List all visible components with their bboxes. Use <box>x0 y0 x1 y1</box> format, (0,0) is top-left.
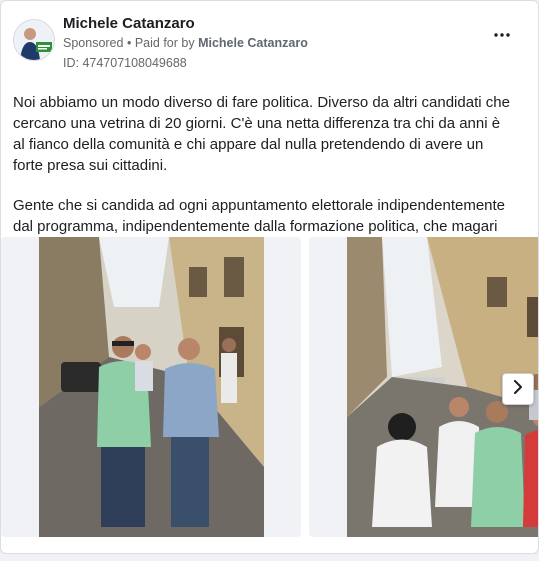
sponsored-label: Sponsored <box>63 36 124 50</box>
ad-id: ID: 474707108049688 <box>63 56 187 70</box>
ad-card: Michele Catanzaro Sponsored • Paid for b… <box>0 0 539 554</box>
carousel-next-button[interactable] <box>502 373 534 405</box>
paid-for-prefix: Paid for by <box>134 36 195 50</box>
image-carousel <box>1 237 538 539</box>
page-name[interactable]: Michele Catanzaro <box>63 15 195 32</box>
ad-body: Noi abbiamo un modo diverso di fare poli… <box>13 92 513 258</box>
chevron-right-icon <box>512 379 524 399</box>
sponsored-line: Sponsored • Paid for by Michele Catanzar… <box>63 36 308 50</box>
separator: • <box>126 36 132 50</box>
carousel-slide-1[interactable] <box>1 237 301 537</box>
avatar[interactable] <box>13 19 55 61</box>
more-horizontal-icon <box>494 33 510 37</box>
street-photo-1 <box>39 237 264 537</box>
ad-header: Michele Catanzaro Sponsored • Paid for b… <box>13 13 526 73</box>
paid-for-name[interactable]: Michele Catanzaro <box>198 36 308 50</box>
body-paragraph-1: Noi abbiamo un modo diverso di fare poli… <box>13 94 510 174</box>
more-options-button[interactable] <box>488 21 516 49</box>
